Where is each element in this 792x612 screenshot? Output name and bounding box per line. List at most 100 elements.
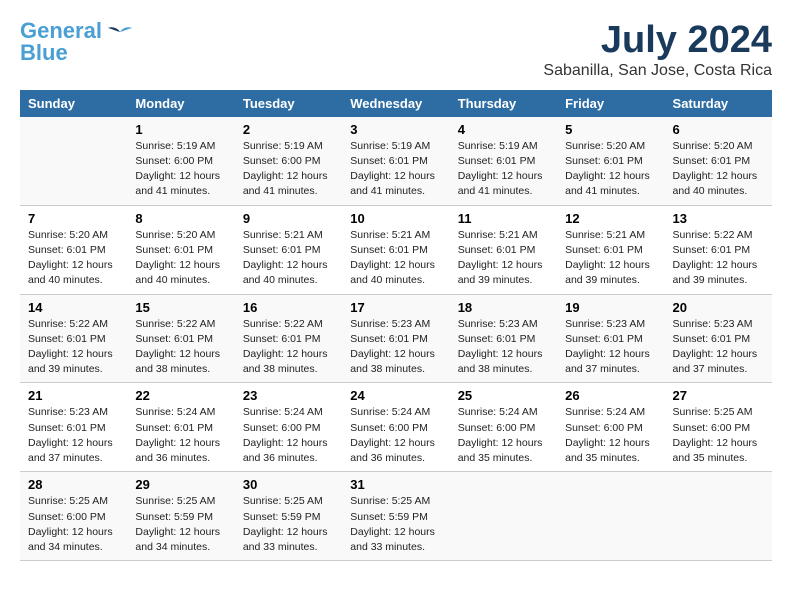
day-info: Sunrise: 5:21 AMSunset: 6:01 PMDaylight:… [243,228,334,289]
day-info: Sunrise: 5:21 AMSunset: 6:01 PMDaylight:… [565,228,656,289]
header-monday: Monday [127,90,234,117]
header-wednesday: Wednesday [342,90,449,117]
day-number: 7 [28,211,119,226]
header-friday: Friday [557,90,664,117]
day-number: 3 [350,122,441,137]
header-sunday: Sunday [20,90,127,117]
calendar-cell: 13 Sunrise: 5:22 AMSunset: 6:01 PMDayligh… [665,205,772,294]
day-number: 17 [350,300,441,315]
calendar-cell: 30Sunrise: 5:25 AMSunset: 5:59 PMDayligh… [235,472,342,561]
calendar-cell: 22 Sunrise: 5:24 AMSunset: 6:01 PMDayligh… [127,383,234,472]
day-info: Sunrise: 5:23 AMSunset: 6:01 PMDaylight:… [458,317,549,378]
calendar-week-row: 21 Sunrise: 5:23 AMSunset: 6:01 PMDayligh… [20,383,772,472]
calendar-week-row: 7 Sunrise: 5:20 AMSunset: 6:01 PMDaylight… [20,205,772,294]
day-info: Sunrise: 5:23 AMSunset: 6:01 PMDaylight:… [565,317,656,378]
calendar-cell [665,472,772,561]
day-info: Sunrise: 5:24 AMSunset: 6:01 PMDaylight:… [135,405,226,466]
day-info: Sunrise: 5:22 AMSunset: 6:01 PMDaylight:… [135,317,226,378]
logo-text: GeneralBlue [20,20,102,64]
day-number: 6 [673,122,764,137]
calendar-cell: 2 Sunrise: 5:19 AMSunset: 6:00 PMDaylight… [235,117,342,205]
header-thursday: Thursday [450,90,557,117]
day-number: 24 [350,388,441,403]
day-number: 12 [565,211,656,226]
calendar-cell: 24 Sunrise: 5:24 AMSunset: 6:00 PMDayligh… [342,383,449,472]
calendar-cell: 31 Sunrise: 5:25 AMSunset: 5:59 PMDayligh… [342,472,449,561]
calendar-cell: 12 Sunrise: 5:21 AMSunset: 6:01 PMDayligh… [557,205,664,294]
day-number: 2 [243,122,334,137]
calendar-cell: 17 Sunrise: 5:23 AMSunset: 6:01 PMDayligh… [342,294,449,383]
day-info: Sunrise: 5:24 AMSunset: 6:00 PMDaylight:… [565,405,656,466]
calendar-cell: 5 Sunrise: 5:20 AMSunset: 6:01 PMDaylight… [557,117,664,205]
day-number: 15 [135,300,226,315]
calendar-cell: 23Sunrise: 5:24 AMSunset: 6:00 PMDayligh… [235,383,342,472]
title-block: July 2024 Sabanilla, San Jose, Costa Ric… [543,20,772,80]
day-number: 9 [243,211,334,226]
day-info: Sunrise: 5:19 AMSunset: 6:00 PMDaylight:… [135,139,226,200]
day-number: 26 [565,388,656,403]
calendar-cell: 3Sunrise: 5:19 AMSunset: 6:01 PMDaylight… [342,117,449,205]
day-number: 23 [243,388,334,403]
calendar-cell [557,472,664,561]
page-header: GeneralBlue July 2024 Sabanilla, San Jos… [20,20,772,80]
day-info: Sunrise: 5:19 AMSunset: 6:00 PMDaylight:… [243,139,334,200]
calendar-cell: 19 Sunrise: 5:23 AMSunset: 6:01 PMDayligh… [557,294,664,383]
day-info: Sunrise: 5:22 AMSunset: 6:01 PMDaylight:… [673,228,764,289]
calendar-header-row: SundayMondayTuesdayWednesdayThursdayFrid… [20,90,772,117]
day-number: 18 [458,300,549,315]
day-number: 29 [135,477,226,492]
calendar-cell [450,472,557,561]
calendar-cell: 21 Sunrise: 5:23 AMSunset: 6:01 PMDayligh… [20,383,127,472]
day-number: 21 [28,388,119,403]
day-info: Sunrise: 5:20 AMSunset: 6:01 PMDaylight:… [135,228,226,289]
calendar-cell: 9 Sunrise: 5:21 AMSunset: 6:01 PMDaylight… [235,205,342,294]
day-info: Sunrise: 5:23 AMSunset: 6:01 PMDaylight:… [350,317,441,378]
day-number: 30 [243,477,334,492]
day-number: 5 [565,122,656,137]
calendar-table: SundayMondayTuesdayWednesdayThursdayFrid… [20,90,772,561]
day-number: 8 [135,211,226,226]
header-saturday: Saturday [665,90,772,117]
day-info: Sunrise: 5:20 AMSunset: 6:01 PMDaylight:… [565,139,656,200]
day-number: 22 [135,388,226,403]
calendar-cell: 18 Sunrise: 5:23 AMSunset: 6:01 PMDayligh… [450,294,557,383]
location-subtitle: Sabanilla, San Jose, Costa Rica [543,62,772,80]
calendar-cell: 6 Sunrise: 5:20 AMSunset: 6:01 PMDaylight… [665,117,772,205]
day-number: 13 [673,211,764,226]
calendar-cell: 27 Sunrise: 5:25 AMSunset: 6:00 PMDayligh… [665,383,772,472]
calendar-cell: 15 Sunrise: 5:22 AMSunset: 6:01 PMDayligh… [127,294,234,383]
day-info: Sunrise: 5:22 AMSunset: 6:01 PMDaylight:… [243,317,334,378]
calendar-cell: 16 Sunrise: 5:22 AMSunset: 6:01 PMDayligh… [235,294,342,383]
day-number: 16 [243,300,334,315]
logo: GeneralBlue [20,20,134,64]
calendar-cell: 20 Sunrise: 5:23 AMSunset: 6:01 PMDayligh… [665,294,772,383]
day-number: 27 [673,388,764,403]
day-info: Sunrise: 5:20 AMSunset: 6:01 PMDaylight:… [28,228,119,289]
calendar-week-row: 28Sunrise: 5:25 AMSunset: 6:00 PMDayligh… [20,472,772,561]
month-year-title: July 2024 [543,20,772,62]
day-info: Sunrise: 5:19 AMSunset: 6:01 PMDaylight:… [458,139,549,200]
calendar-cell: 14 Sunrise: 5:22 AMSunset: 6:01 PMDayligh… [20,294,127,383]
day-info: Sunrise: 5:23 AMSunset: 6:01 PMDaylight:… [673,317,764,378]
day-number: 14 [28,300,119,315]
day-info: Sunrise: 5:23 AMSunset: 6:01 PMDaylight:… [28,405,119,466]
calendar-cell: 4 Sunrise: 5:19 AMSunset: 6:01 PMDaylight… [450,117,557,205]
day-info: Sunrise: 5:25 AMSunset: 6:00 PMDaylight:… [673,405,764,466]
day-number: 31 [350,477,441,492]
day-number: 1 [135,122,226,137]
calendar-cell: 1 Sunrise: 5:19 AMSunset: 6:00 PMDaylight… [127,117,234,205]
calendar-cell [20,117,127,205]
calendar-week-row: 14 Sunrise: 5:22 AMSunset: 6:01 PMDayligh… [20,294,772,383]
day-info: Sunrise: 5:24 AMSunset: 6:00 PMDaylight:… [350,405,441,466]
calendar-week-row: 1 Sunrise: 5:19 AMSunset: 6:00 PMDaylight… [20,117,772,205]
day-info: Sunrise: 5:22 AMSunset: 6:01 PMDaylight:… [28,317,119,378]
day-number: 11 [458,211,549,226]
day-number: 20 [673,300,764,315]
day-info: Sunrise: 5:20 AMSunset: 6:01 PMDaylight:… [673,139,764,200]
day-number: 25 [458,388,549,403]
day-number: 4 [458,122,549,137]
calendar-cell: 25Sunrise: 5:24 AMSunset: 6:00 PMDayligh… [450,383,557,472]
calendar-cell: 8 Sunrise: 5:20 AMSunset: 6:01 PMDaylight… [127,205,234,294]
day-number: 19 [565,300,656,315]
day-info: Sunrise: 5:25 AMSunset: 5:59 PMDaylight:… [350,494,441,555]
